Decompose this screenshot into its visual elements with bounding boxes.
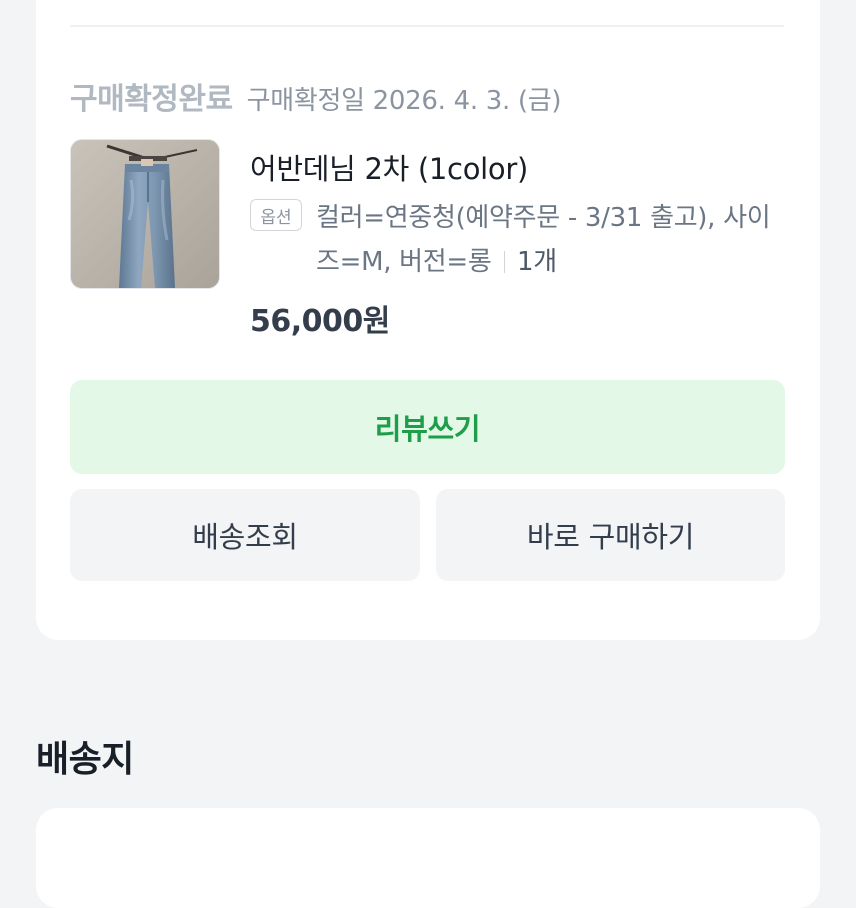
- product-options: 컬러=연중청(예약주문 - 3/31 출고), 사이즈=M, 버전=롱 1개: [316, 196, 776, 284]
- shipping-address-card: [36, 808, 820, 908]
- shipping-address-title: 배송지: [36, 739, 134, 780]
- track-shipping-button[interactable]: 배송조회: [70, 489, 420, 581]
- jeans-photo-image: [71, 140, 219, 288]
- buy-again-button[interactable]: 바로 구매하기: [436, 489, 785, 581]
- order-status-label: 구매확정완료: [70, 82, 233, 117]
- product-price: 56,000원: [250, 304, 390, 339]
- quantity-divider: [503, 251, 506, 273]
- option-badge: 옵션: [250, 199, 302, 231]
- order-status-row: 구매확정완료 구매확정일 2026. 4. 3. (금): [70, 74, 562, 118]
- write-review-button[interactable]: 리뷰쓰기: [70, 380, 785, 474]
- purchase-confirm-date: 구매확정일 2026. 4. 3. (금): [246, 86, 562, 116]
- product-name[interactable]: 어반데님 2차 (1color): [250, 146, 528, 188]
- product-thumbnail[interactable]: [70, 139, 220, 289]
- product-quantity: 1개: [517, 247, 557, 277]
- divider: [70, 25, 784, 27]
